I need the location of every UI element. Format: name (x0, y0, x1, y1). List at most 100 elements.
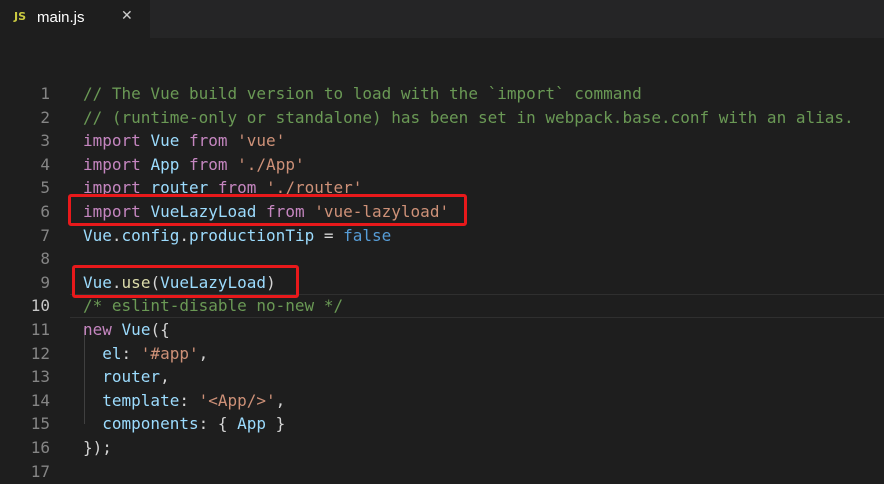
code-token: ( (150, 272, 161, 292)
code-token: , (198, 343, 209, 363)
code-line[interactable]: 10 /* eslint-disable no-new */ (0, 294, 884, 319)
code-token: router (150, 178, 209, 198)
code-token: /* eslint-disable no-new */ (83, 296, 344, 316)
line-number: 6 (40, 202, 50, 221)
code-text: components: { App } (83, 412, 285, 436)
tab-bar: JS main.js ✕ (0, 0, 884, 38)
code-token: : (121, 343, 141, 363)
code-text: import VueLazyLoad from 'vue-lazyload' (83, 200, 449, 224)
code-token: './router' (266, 178, 363, 198)
code-line[interactable]: 16}); (0, 436, 884, 460)
code-text: /* eslint-disable no-new */ (83, 294, 343, 318)
line-number: 9 (40, 272, 50, 292)
code-token: false (343, 225, 392, 245)
code-line[interactable]: 11 new Vue({ (0, 318, 884, 342)
code-line[interactable]: 9 Vue.use(VueLazyLoad) (0, 271, 884, 295)
code-token: . (111, 272, 122, 292)
code-token: '<App/>' (198, 390, 276, 410)
line-number: 2 (40, 107, 50, 127)
code-token: from (266, 202, 305, 221)
line-number: 17 (30, 461, 50, 481)
code-token: . (179, 225, 189, 245)
code-token: . (111, 225, 122, 245)
code-text: import Vue from 'vue' (83, 129, 285, 153)
code-line[interactable]: 7 Vue.config.productionTip = false (0, 224, 884, 248)
code-text: new Vue({ (83, 318, 170, 342)
code-line[interactable]: 13 router, (0, 365, 884, 389)
code-token: use (121, 272, 151, 292)
code-token: Vue (121, 320, 151, 339)
code-text: Vue.use(VueLazyLoad) (83, 271, 276, 295)
code-token: from (188, 131, 228, 151)
code-token: Vue (150, 131, 180, 151)
code-editor[interactable]: 1 // The Vue build version to load with t… (0, 38, 884, 483)
code-token: , (275, 390, 286, 410)
code-token: } (266, 414, 286, 434)
code-text: // The Vue build version to load with th… (83, 82, 642, 106)
code-token: from (217, 178, 257, 198)
javascript-file-icon: JS (14, 10, 27, 23)
code-token: VueLazyLoad (160, 272, 267, 292)
code-token: el (102, 343, 122, 363)
code-text: template: '<App/>', (83, 389, 285, 413)
code-token: './App' (237, 154, 305, 174)
code-token: import (83, 131, 141, 151)
line-number: 13 (30, 367, 50, 387)
code-token: // The Vue build version to load with th… (83, 84, 642, 103)
line-number: 16 (30, 438, 50, 457)
code-token: '#app' (140, 343, 199, 363)
code-token: router (102, 367, 161, 387)
code-token: ({ (150, 320, 170, 339)
line-number: 11 (30, 320, 50, 339)
code-line[interactable]: 8 (0, 247, 884, 271)
code-token: App (150, 154, 180, 174)
code-token: productionTip (188, 225, 315, 245)
code-line[interactable]: 12 el: '#app', (0, 342, 884, 366)
close-icon[interactable]: ✕ (121, 8, 133, 24)
code-token: VueLazyLoad (150, 202, 257, 221)
code-line[interactable]: 2 // (runtime-only or standalone) has bee… (0, 106, 884, 130)
code-token: template (102, 390, 180, 410)
code-token: import (83, 154, 141, 174)
code-line[interactable]: 1 // The Vue build version to load with t… (0, 82, 884, 106)
code-text: el: '#app', (83, 342, 208, 366)
code-line[interactable]: 14 template: '<App/>', (0, 389, 884, 413)
code-text: Vue.config.productionTip = false (83, 224, 391, 248)
code-token: ) (266, 272, 276, 292)
code-line[interactable]: 15 components: { App } (0, 412, 884, 436)
code-line[interactable]: 4 import App from './App' (0, 153, 884, 177)
code-token: Vue (83, 225, 112, 245)
line-number: 7 (40, 225, 50, 245)
code-text: import App from './App' (83, 153, 305, 177)
code-token: , (160, 367, 170, 387)
code-line[interactable]: 5 import router from './router' (0, 176, 884, 200)
line-number: 12 (30, 343, 50, 363)
code-line[interactable]: 6 import VueLazyLoad from 'vue-lazyload' (0, 200, 884, 224)
line-number: 15 (30, 414, 50, 434)
code-token: import (83, 178, 141, 198)
code-token: }); (83, 438, 112, 457)
tab-label: main.js (37, 9, 85, 26)
code-token: new (83, 320, 112, 339)
line-number: 4 (40, 154, 50, 174)
code-token: from (188, 154, 228, 174)
code-line[interactable]: 3 import Vue from 'vue' (0, 129, 884, 153)
code-line[interactable]: 17 (0, 460, 884, 484)
tab-main-js[interactable]: JS main.js ✕ (0, 0, 150, 38)
code-text: router, (83, 365, 170, 389)
